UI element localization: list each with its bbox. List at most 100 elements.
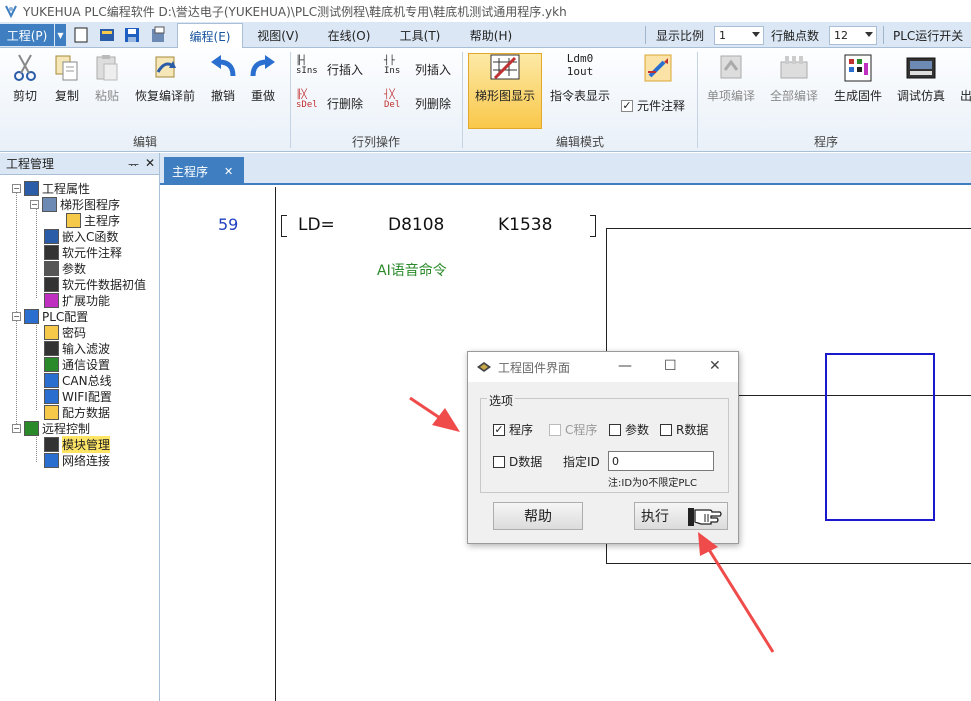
- generate-firmware-button[interactable]: 生成固件: [830, 52, 886, 110]
- tree-item[interactable]: 嵌入C函数: [44, 228, 118, 244]
- tab-help[interactable]: 帮助(H): [460, 22, 522, 48]
- copy-button[interactable]: 复制: [48, 52, 86, 110]
- checkbox-unchecked-icon: [549, 423, 561, 436]
- single-compile-icon: [720, 55, 742, 79]
- execute-button-label: 执行: [641, 509, 669, 525]
- tree-item[interactable]: 模块管理: [44, 435, 111, 453]
- open-file-icon[interactable]: [98, 26, 116, 44]
- tree-item-label: 软元件数据初值: [62, 277, 147, 292]
- tab-online[interactable]: 在线(O): [318, 22, 380, 48]
- pin-icon[interactable]: ᅲ: [128, 156, 139, 173]
- tree-item[interactable]: 网络连接: [44, 452, 110, 468]
- close-icon[interactable]: ✕: [709, 358, 721, 374]
- tree-item[interactable]: 通信设置: [44, 356, 110, 372]
- paste-label: 粘贴: [94, 89, 119, 103]
- tree-item[interactable]: − 梯形图程序: [30, 196, 120, 212]
- save-icon[interactable]: [123, 26, 141, 44]
- parameters-checkbox[interactable]: 参数: [609, 421, 649, 438]
- undo-label: 撤销: [210, 89, 235, 103]
- ribbon-overflow-label: 出: [960, 89, 971, 103]
- execute-button[interactable]: 执行: [634, 502, 728, 530]
- tab-programming[interactable]: 编程(E): [177, 23, 243, 49]
- plc-run-switch-button[interactable]: PLC运行开关: [893, 22, 963, 48]
- tabrow-separator: [645, 26, 646, 44]
- tab-main-program[interactable]: 主程序 ✕: [164, 157, 244, 185]
- tree-item[interactable]: WIFI配置: [44, 388, 112, 404]
- collapse-icon[interactable]: −: [30, 199, 39, 209]
- tree-item[interactable]: 密码: [44, 324, 86, 340]
- restore-before-compile-button[interactable]: 恢复编译前: [130, 52, 200, 110]
- minimize-icon[interactable]: —: [618, 358, 632, 374]
- r-data-checkbox[interactable]: R数据: [660, 421, 708, 438]
- cut-button[interactable]: 剪切: [6, 52, 44, 110]
- debug-simulation-button[interactable]: 调试仿真: [892, 52, 950, 110]
- row-insert-button[interactable]: ╟┤ sIns 行插入: [296, 54, 363, 84]
- element-comment-label: 元件注释: [637, 99, 686, 113]
- undo-icon: [211, 55, 236, 77]
- display-ratio-select[interactable]: 1: [714, 26, 764, 45]
- ribbon-overflow-button[interactable]: 出: [960, 52, 971, 110]
- display-ratio-value: 1: [719, 29, 726, 42]
- c-program-checkbox[interactable]: C程序: [549, 421, 597, 438]
- copy-label: 复制: [54, 89, 79, 103]
- close-icon[interactable]: ✕: [145, 156, 155, 170]
- instruction-operand-2[interactable]: K1538: [498, 215, 552, 235]
- chevron-down-icon: [865, 32, 873, 37]
- save-as-icon[interactable]: [150, 26, 168, 44]
- ladder-diagram-icon: [490, 54, 520, 80]
- tree-item[interactable]: − 工程属性: [12, 180, 90, 196]
- help-button[interactable]: 帮助: [493, 502, 583, 530]
- tab-view[interactable]: 视图(V): [247, 22, 309, 48]
- tree-item[interactable]: − 远程控制: [12, 420, 90, 436]
- tree-item[interactable]: 主程序: [66, 212, 120, 228]
- selection-cursor-box[interactable]: [825, 353, 935, 521]
- program-checkbox[interactable]: ✓ 程序: [493, 421, 533, 438]
- maximize-icon[interactable]: ☐: [664, 358, 677, 374]
- row-insert-label: 行插入: [327, 62, 364, 77]
- instruction-operand-1[interactable]: D8108: [388, 215, 444, 235]
- tree-item[interactable]: − PLC配置: [12, 308, 88, 324]
- instruction-view-button[interactable]: Ldm0 1out 指令表显示: [546, 52, 614, 110]
- single-compile-button[interactable]: 单项编译: [702, 52, 760, 110]
- tree-item[interactable]: 软元件数据初值: [44, 276, 146, 292]
- collapse-icon[interactable]: −: [12, 183, 21, 193]
- col-insert-button[interactable]: ┤├ Ins 列插入: [384, 54, 451, 84]
- col-delete-button[interactable]: ┤╳ Del 列删除: [384, 88, 451, 118]
- specify-id-input[interactable]: 0: [608, 451, 714, 471]
- cut-label: 剪切: [12, 89, 37, 103]
- checkbox-unchecked-icon: [609, 423, 621, 436]
- row-contacts-select[interactable]: 12: [829, 26, 877, 45]
- file-menu-button[interactable]: 工程(P): [0, 24, 54, 46]
- element-comment-edit-button[interactable]: [636, 52, 680, 90]
- instruction-mnemonic[interactable]: LD=: [298, 215, 335, 235]
- ladder-view-button[interactable]: 梯形图显示: [468, 52, 542, 110]
- d-data-checkbox[interactable]: D数据: [493, 453, 542, 470]
- row-delete-button[interactable]: ╟╳ sDel 行删除: [296, 88, 363, 118]
- tab-tools[interactable]: 工具(T): [389, 22, 451, 48]
- instruction-left-bracket: [281, 215, 287, 237]
- element-comment-text: AI语音命令: [377, 263, 447, 279]
- paste-button[interactable]: 粘贴: [88, 52, 126, 110]
- c-program-checkbox-label: C程序: [565, 423, 598, 437]
- tree-item[interactable]: 软元件注释: [44, 244, 122, 260]
- options-legend: 选项: [487, 392, 516, 409]
- checkbox-checked-icon: ✓: [493, 422, 505, 436]
- document-tab-bar: 主程序 ✕: [160, 153, 971, 185]
- collapse-icon[interactable]: −: [12, 423, 21, 433]
- close-icon[interactable]: ✕: [224, 165, 233, 178]
- redo-button[interactable]: 重做: [245, 52, 281, 110]
- tree-item[interactable]: 扩展功能: [44, 292, 110, 308]
- file-menu-dropdown-icon[interactable]: ▼: [55, 24, 66, 46]
- element-comment-checkbox[interactable]: ✓ 元件注释: [621, 97, 685, 114]
- tree-item[interactable]: CAN总线: [44, 372, 112, 388]
- undo-button[interactable]: 撤销: [205, 52, 241, 110]
- program-checkbox-label: 程序: [509, 423, 534, 437]
- tree-item[interactable]: 配方数据: [44, 404, 110, 420]
- collapse-icon[interactable]: −: [12, 311, 21, 321]
- tree-item[interactable]: 参数: [44, 260, 86, 276]
- tree-item-label: 梯形图程序: [60, 197, 121, 212]
- input-filter-icon: [44, 340, 59, 356]
- full-compile-button[interactable]: 全部编译: [764, 52, 824, 110]
- new-file-icon[interactable]: [72, 26, 90, 44]
- tree-item[interactable]: 输入滤波: [44, 340, 110, 356]
